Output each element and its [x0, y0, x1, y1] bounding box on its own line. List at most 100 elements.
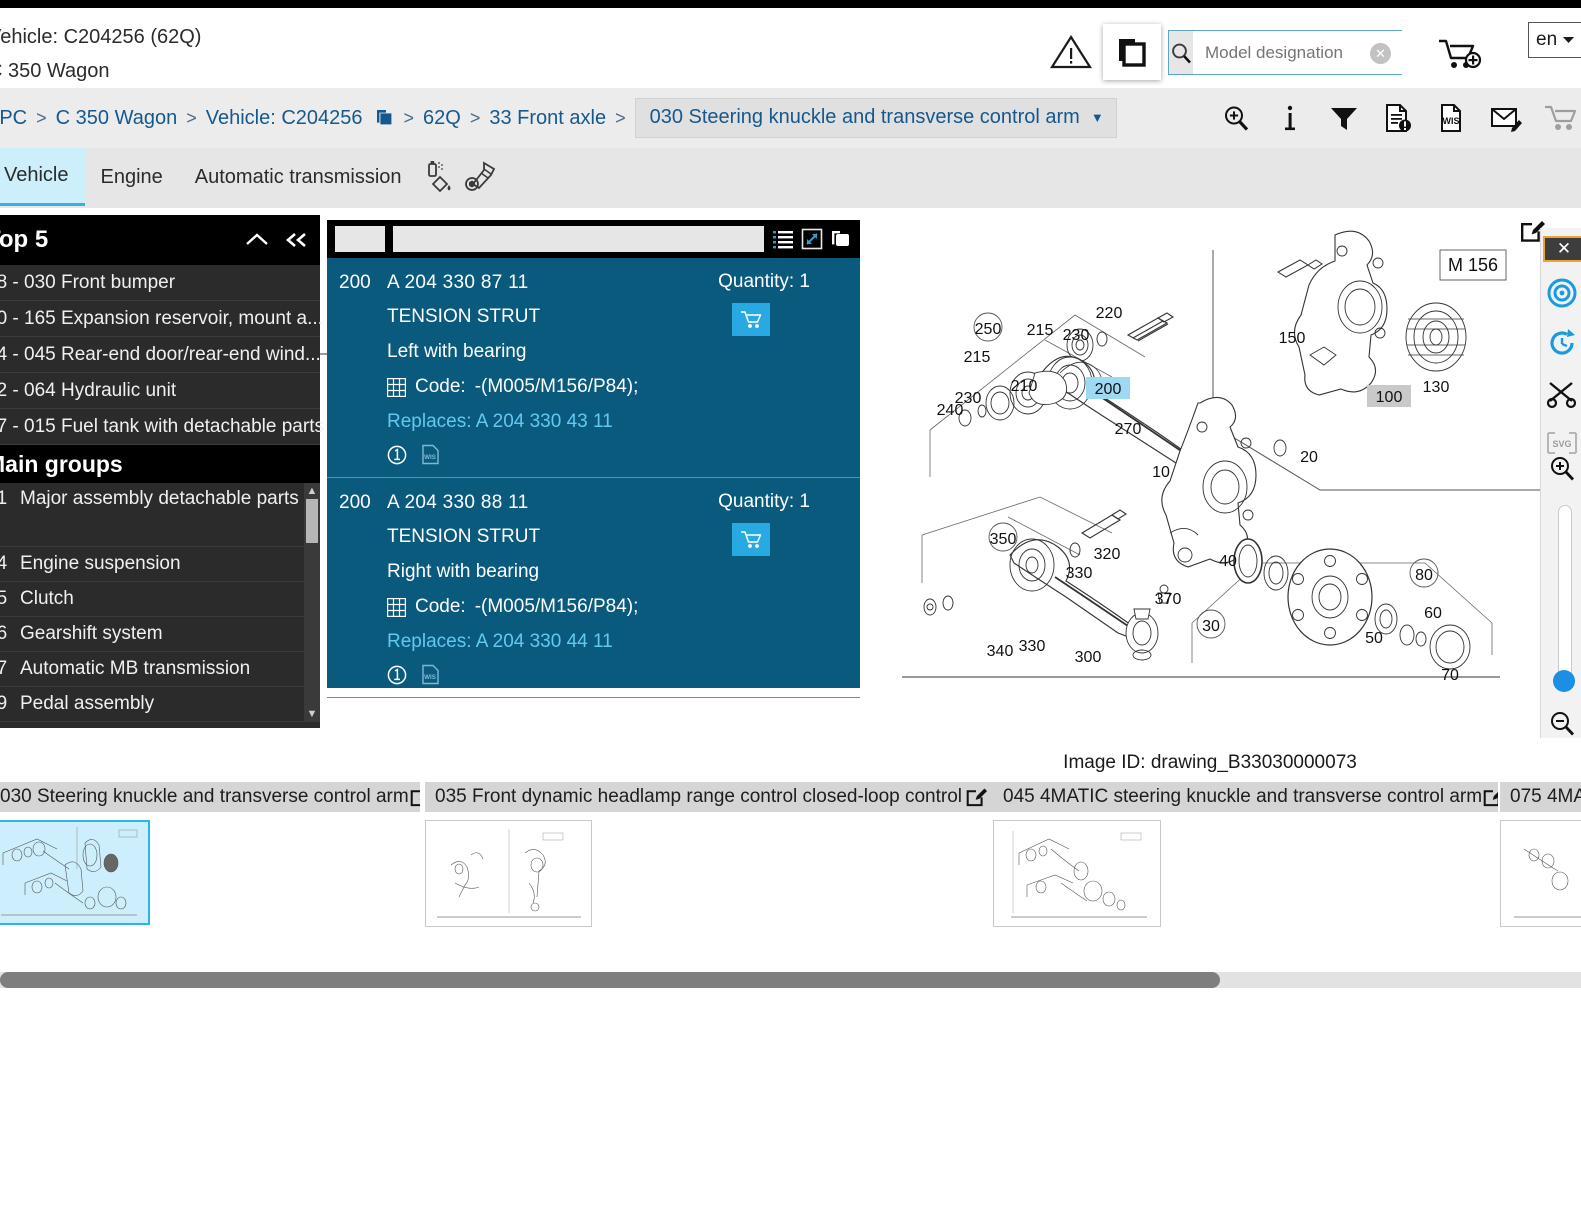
scroll-up-arrow-icon[interactable]: ▲	[304, 483, 320, 499]
table-grid-icon[interactable]	[387, 597, 406, 617]
edit-pencil-icon[interactable]	[1482, 786, 1498, 808]
thumbnail-image[interactable]	[0, 820, 150, 925]
top5-item[interactable]: 42 - 064 Hydraulic unit	[0, 373, 320, 409]
part-replaces[interactable]: Replaces: A 204 330 43 11	[387, 411, 860, 433]
main-group-item[interactable]: 05 Clutch	[0, 582, 320, 617]
image-id-label: Image ID: drawing_B33030000073	[1063, 752, 1357, 773]
language-selector[interactable]: en	[1528, 22, 1581, 58]
zoom-slider-knob[interactable]	[1553, 670, 1575, 692]
duplicate-icon[interactable]	[830, 228, 852, 250]
breadcrumb-item-model[interactable]: C 350 Wagon	[56, 107, 178, 130]
thumbnail-title-bar[interactable]: 045 4MATIC steering knuckle and transver…	[993, 782, 1498, 812]
main-group-item[interactable]: 06 Gearshift system	[0, 617, 320, 652]
part-row[interactable]: 200 A 204 330 87 11 TENSION STRUT Left w…	[327, 258, 860, 478]
thumbnail-image[interactable]	[425, 820, 592, 927]
part-code-row: Code: -(M005/M156/P84);	[387, 596, 860, 618]
tab-vehicle[interactable]: Vehicle	[0, 148, 85, 206]
part-code-value: -(M005/M156/P84);	[474, 596, 639, 617]
part-quantity-value: 1	[799, 491, 810, 512]
breadcrumb-item-group[interactable]: 33 Front axle	[489, 107, 606, 130]
zoom-out-icon[interactable]	[1544, 705, 1580, 741]
tab-automatic-transmission[interactable]: Automatic transmission	[179, 148, 418, 206]
zoom-in-icon[interactable]	[1219, 101, 1253, 135]
thumbnail-image[interactable]	[993, 820, 1161, 927]
parts-filter-text-input[interactable]	[393, 226, 764, 252]
thumbnail-title-bar[interactable]: 075 4MA	[1500, 782, 1581, 812]
zoom-in-icon[interactable]	[1544, 450, 1580, 486]
engine-badge-label: M 156	[1448, 255, 1498, 275]
part-quantity: Quantity: 1	[718, 491, 810, 513]
main-group-item[interactable]: 04 Engine suspension	[0, 547, 320, 582]
thumbnail-title-bar[interactable]: 035 Front dynamic headlamp range control…	[425, 782, 995, 812]
main-groups-scrollbar[interactable]: ▲ ▼	[304, 483, 320, 722]
thumbnail-tab[interactable]: 035 Front dynamic headlamp range control…	[425, 782, 995, 927]
shopping-cart-icon[interactable]	[1543, 101, 1577, 135]
top5-item[interactable]: 47 - 015 Fuel tank with detachable parts	[0, 409, 324, 445]
reset-rotate-icon[interactable]	[1544, 325, 1580, 361]
close-icon[interactable]: ✕	[1543, 236, 1581, 262]
target-icon[interactable]	[1544, 275, 1580, 311]
main-group-number: 09	[0, 693, 8, 714]
paint-spray-icon[interactable]	[418, 148, 460, 206]
breadcrumb-selected-dropdown[interactable]: 030 Steering knuckle and transverse cont…	[634, 98, 1117, 138]
thumbnail-tab[interactable]: 075 4MA	[1500, 782, 1581, 927]
filter-icon[interactable]	[1327, 101, 1361, 135]
part-row[interactable]: 200 A 204 330 88 11 TENSION STRUT Right …	[327, 478, 860, 698]
wis-document-icon[interactable]: WIS	[1435, 101, 1469, 135]
model-designation-search[interactable]: ✕	[1168, 30, 1426, 75]
thumbnail-tab[interactable]: 030 Steering knuckle and transverse cont…	[0, 782, 420, 925]
cut-scissors-icon[interactable]	[1544, 375, 1580, 411]
dim-callout-100: 100	[1376, 389, 1403, 406]
main-group-item[interactable]: 07 Automatic MB transmission	[0, 652, 320, 687]
bolt-fastener-icon[interactable]	[460, 148, 502, 206]
warning-triangle-icon[interactable]	[1050, 34, 1092, 70]
mail-edit-icon[interactable]	[1489, 101, 1523, 135]
clear-search-icon[interactable]: ✕	[1370, 43, 1391, 64]
info-circle-icon[interactable]	[387, 665, 407, 685]
svg-text:20: 20	[1300, 449, 1318, 466]
top5-header: Top 5	[0, 215, 320, 265]
add-to-cart-icon[interactable]	[732, 303, 770, 336]
part-replaces[interactable]: Replaces: A 204 330 44 11	[387, 631, 860, 653]
breadcrumb-selected-label: 030 Steering knuckle and transverse cont…	[649, 106, 1080, 128]
info-circle-icon[interactable]	[387, 445, 407, 465]
model-designation-input[interactable]	[1193, 31, 1426, 74]
wis-document-icon[interactable]: WIS	[421, 664, 440, 685]
top5-item[interactable]: 88 - 030 Front bumper	[0, 265, 320, 301]
technical-drawing-viewer[interactable]: M 156 250 215 220 230 215 210 230 240 20…	[880, 215, 1540, 730]
tab-engine[interactable]: Engine	[85, 148, 179, 206]
scroll-down-arrow-icon[interactable]: ▼	[304, 706, 320, 722]
zoom-slider-track[interactable]	[1558, 505, 1572, 685]
edit-pencil-icon[interactable]	[965, 786, 987, 808]
info-icon[interactable]	[1273, 101, 1307, 135]
top5-item[interactable]: 74 - 045 Rear-end door/rear-end wind...	[0, 337, 321, 373]
expand-icon[interactable]	[801, 228, 823, 250]
breadcrumb-item-vehicle[interactable]: Vehicle: C204256	[206, 107, 363, 130]
top5-item[interactable]: 20 - 165 Expansion reservoir, mount a...	[0, 301, 323, 337]
copy-documents-icon[interactable]	[1103, 24, 1161, 80]
main-group-item[interactable]: 09 Pedal assembly	[0, 687, 320, 722]
add-to-cart-icon[interactable]	[732, 523, 770, 556]
breadcrumb-separator: >	[36, 107, 47, 128]
thumbnail-image[interactable]	[1500, 820, 1581, 927]
tab-engine-label: Engine	[100, 165, 163, 188]
breadcrumb-item-code[interactable]: 62Q	[423, 107, 461, 130]
thumbnail-title-bar[interactable]: 030 Steering knuckle and transverse cont…	[0, 782, 420, 812]
double-chevron-left-icon[interactable]	[284, 231, 310, 249]
list-view-icon[interactable]	[772, 228, 794, 250]
horizontal-scrollbar-thumb[interactable]	[0, 972, 1220, 988]
scrollbar-thumb[interactable]	[306, 499, 318, 543]
main-group-item[interactable]: 01 Major assembly detachable parts	[0, 483, 320, 547]
breadcrumb-item-epc[interactable]: EPC	[0, 107, 27, 130]
document-alert-icon[interactable]	[1381, 101, 1415, 135]
cart-add-icon[interactable]	[1435, 36, 1483, 72]
main-group-label: Automatic MB transmission	[20, 658, 251, 679]
table-grid-icon[interactable]	[387, 377, 406, 397]
parts-filter-pos-input[interactable]	[335, 226, 385, 252]
thumbnail-tab[interactable]: 045 4MATIC steering knuckle and transver…	[993, 782, 1498, 927]
wis-document-icon[interactable]: WIS	[421, 444, 440, 465]
chevron-up-icon[interactable]	[244, 231, 270, 249]
vehicle-model-label: C 350 Wagon	[0, 60, 110, 82]
duplicate-icon[interactable]	[375, 108, 395, 128]
edit-pencil-icon[interactable]	[409, 786, 420, 808]
